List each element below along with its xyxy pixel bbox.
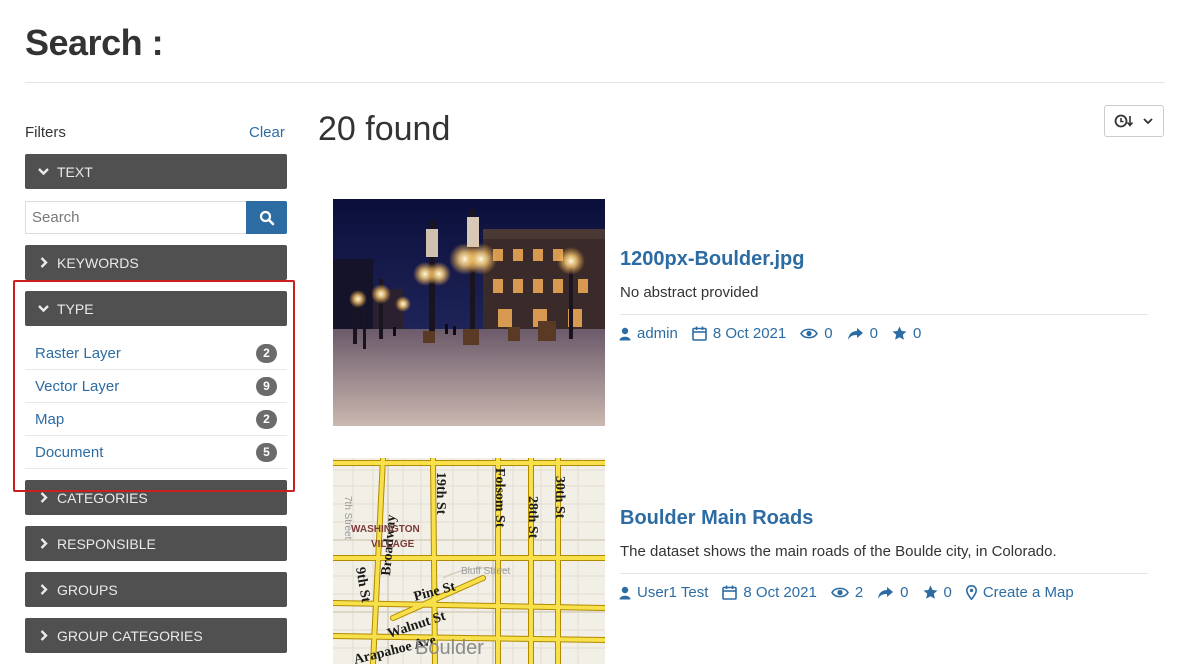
sort-button[interactable]: [1104, 105, 1164, 137]
date-link[interactable]: 8 Oct 2021: [722, 584, 817, 601]
count-badge: 2: [256, 409, 277, 429]
date-value: 8 Oct 2021: [743, 584, 817, 601]
clock-sort-icon: [1114, 114, 1134, 128]
type-item-raster-layer[interactable]: Raster Layer 2: [25, 337, 287, 370]
result-abstract: The dataset shows the main roads of the …: [620, 543, 1057, 560]
stars-count[interactable]: 0: [923, 584, 952, 601]
result-thumbnail-photo[interactable]: [333, 199, 605, 426]
chevron-down-icon: [1143, 118, 1153, 125]
map-label-30th-st: 30th St: [552, 476, 567, 519]
facet-type-label: TYPE: [57, 300, 94, 317]
facet-responsible-label: RESPONSIBLE: [57, 535, 156, 552]
filters-label: Filters: [25, 124, 66, 141]
views-value: 2: [854, 584, 864, 601]
create-map-label: Create a Map: [982, 584, 1074, 601]
map-label-folsom-st: Folsom St: [492, 468, 507, 528]
type-item-document[interactable]: Document 5: [25, 436, 287, 469]
result-divider: [620, 314, 1148, 315]
map-label-washington: WASHINGTON: [351, 524, 420, 535]
map-label-19th-st: 19th St: [433, 472, 448, 515]
type-item-label: Raster Layer: [35, 344, 121, 362]
create-map-link[interactable]: Create a Map: [965, 584, 1074, 601]
type-facet-list: Raster Layer 2 Vector Layer 9 Map 2 Docu…: [25, 337, 287, 469]
facet-keywords-header[interactable]: KEYWORDS: [25, 245, 287, 280]
chevron-right-icon: [35, 490, 51, 506]
owner-link[interactable]: User1 Test: [619, 584, 708, 601]
date-value: 8 Oct 2021: [712, 325, 787, 342]
shares-count[interactable]: 0: [847, 325, 878, 342]
eye-icon: [830, 587, 849, 598]
shares-value: 0: [869, 325, 878, 342]
result-divider: [620, 573, 1148, 574]
share-icon: [847, 327, 863, 340]
chevron-right-icon: [35, 536, 51, 552]
owner-name: admin: [637, 325, 678, 342]
results-count: 20 found: [318, 110, 451, 148]
chevron-right-icon: [35, 628, 51, 644]
facet-type-header[interactable]: TYPE: [25, 291, 287, 326]
facet-group-categories-header[interactable]: GROUP CATEGORIES: [25, 618, 287, 653]
search-box: [25, 201, 287, 234]
views-count[interactable]: 2: [830, 584, 864, 601]
result-title-link[interactable]: 1200px-Boulder.jpg: [620, 248, 805, 271]
facet-groups-label: GROUPS: [57, 581, 118, 598]
owner-link[interactable]: admin: [619, 325, 678, 342]
facet-text-label: TEXT: [57, 163, 93, 180]
map-label-28th-st: 28th St: [525, 496, 540, 539]
type-item-map[interactable]: Map 2: [25, 403, 287, 436]
views-value: 0: [824, 325, 833, 342]
stars-value: 0: [912, 325, 922, 342]
count-badge: 9: [256, 376, 277, 396]
type-item-vector-layer[interactable]: Vector Layer 9: [25, 370, 287, 403]
stars-value: 0: [943, 584, 952, 601]
eye-icon: [800, 328, 819, 339]
shares-count[interactable]: 0: [877, 584, 909, 601]
result-abstract: No abstract provided: [620, 284, 759, 301]
search-icon: [259, 210, 274, 225]
result-thumbnail-map[interactable]: Broadway 19th St Folsom St 28th St 30th …: [333, 458, 605, 664]
facet-keywords-label: KEYWORDS: [57, 254, 139, 271]
count-badge: 2: [256, 343, 277, 363]
map-label-village: VILLAGE: [371, 539, 415, 550]
star-icon: [923, 585, 937, 599]
map-label-7th-street: 7th Street: [342, 496, 353, 540]
page-title: Search :: [25, 22, 164, 63]
chevron-down-icon: [35, 164, 51, 180]
result-title-link[interactable]: Boulder Main Roads: [620, 507, 813, 530]
map-label-boulder: Boulder: [415, 637, 484, 659]
search-button[interactable]: [246, 201, 287, 234]
facet-group-categories-label: GROUP CATEGORIES: [57, 627, 203, 644]
facet-responsible-header[interactable]: RESPONSIBLE: [25, 526, 287, 561]
user-icon: [619, 586, 631, 599]
result-meta: User1 Test 8 Oct 2021 2 0 0 Create a Map: [619, 584, 1088, 601]
share-icon: [878, 586, 894, 599]
views-count[interactable]: 0: [800, 325, 833, 342]
date-link[interactable]: 8 Oct 2021: [692, 325, 786, 342]
chevron-right-icon: [35, 255, 51, 271]
stars-count[interactable]: 0: [892, 325, 921, 342]
chevron-right-icon: [35, 582, 51, 598]
chevron-down-icon: [35, 301, 51, 317]
star-icon: [892, 326, 907, 340]
user-icon: [619, 327, 631, 340]
type-item-label: Map: [35, 410, 65, 428]
search-input[interactable]: [25, 201, 246, 234]
facet-text-header[interactable]: TEXT: [25, 154, 287, 189]
type-item-label: Document: [35, 443, 104, 461]
facet-categories-label: CATEGORIES: [57, 489, 148, 506]
owner-name: User1 Test: [637, 584, 709, 601]
facet-categories-header[interactable]: CATEGORIES: [25, 480, 287, 515]
title-divider: [25, 82, 1165, 83]
calendar-icon: [722, 585, 738, 600]
type-item-label: Vector Layer: [35, 377, 120, 395]
result-meta: admin 8 Oct 2021 0 0 0: [619, 325, 935, 342]
clear-filters-link[interactable]: Clear: [249, 124, 285, 141]
shares-value: 0: [900, 584, 909, 601]
calendar-icon: [692, 326, 707, 341]
facet-groups-header[interactable]: GROUPS: [25, 572, 287, 607]
map-marker-icon: [965, 585, 977, 600]
map-label-bluff-street: Bluff Street: [461, 566, 511, 577]
count-badge: 5: [256, 442, 277, 462]
